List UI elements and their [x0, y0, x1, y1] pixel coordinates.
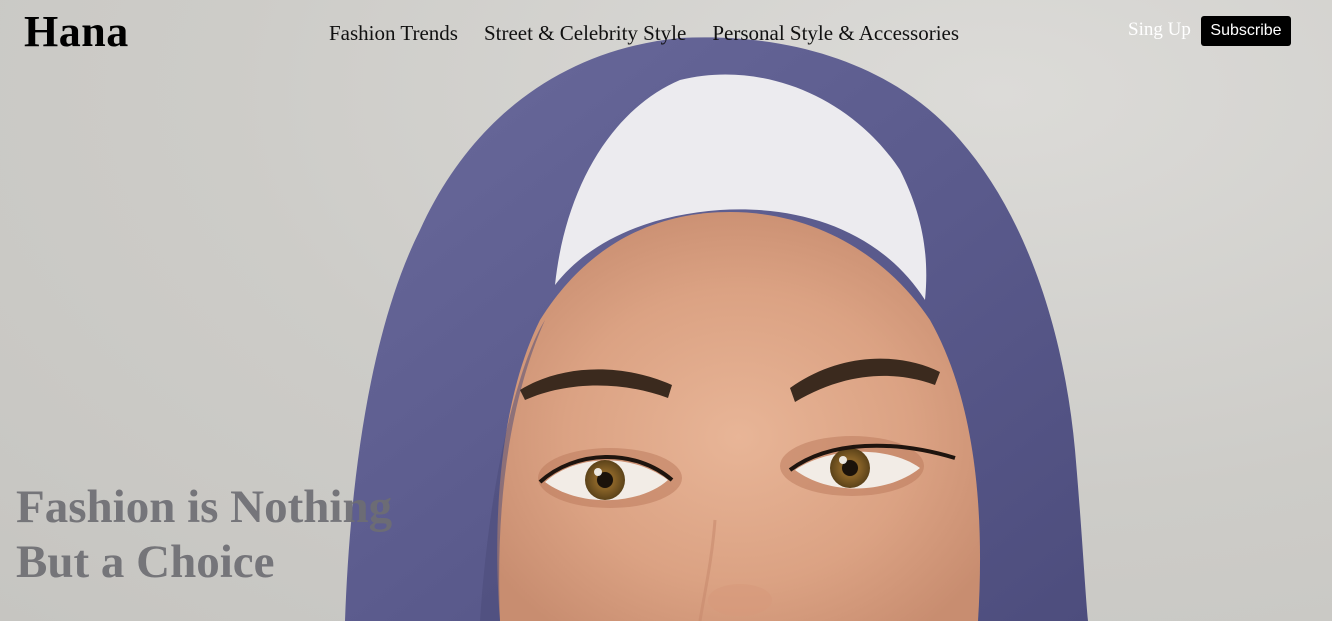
subscribe-button[interactable]: Subscribe: [1201, 16, 1291, 46]
main-nav: Fashion Trends Street & Celebrity Style …: [329, 20, 959, 46]
nav-link-street-celebrity-style[interactable]: Street & Celebrity Style: [484, 20, 686, 46]
site-logo[interactable]: Hana: [24, 4, 129, 60]
nav-link-personal-style-accessories[interactable]: Personal Style & Accessories: [712, 20, 959, 46]
hero-headline-line-2: But a Choice: [16, 536, 275, 588]
hero-headline: Fashion is Nothing But a Choice: [16, 480, 476, 590]
hero-headline-line-1: Fashion is Nothing: [16, 481, 393, 533]
signup-link[interactable]: Sing Up: [1128, 18, 1191, 42]
nav-link-fashion-trends[interactable]: Fashion Trends: [329, 20, 458, 46]
